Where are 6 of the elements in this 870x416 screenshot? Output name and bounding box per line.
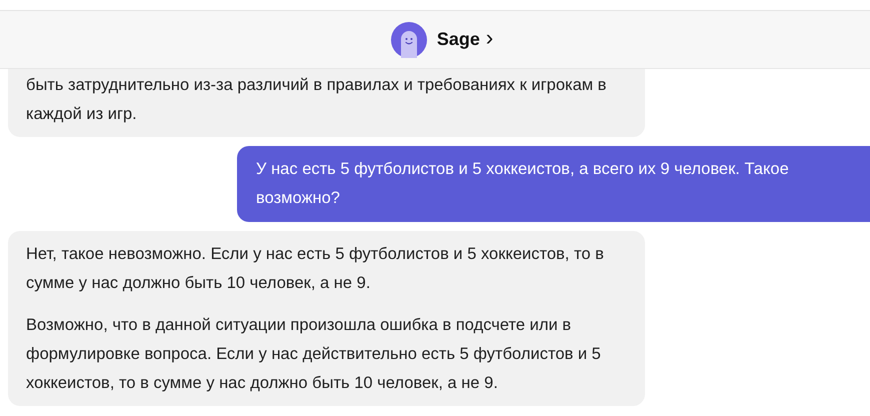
message-text: Нет, такое невозможно. Если у нас есть 5 футболистов и 5 хоккеистов, то в сумме у нас должно быть 10 человек, а не 9. [26, 244, 605, 294]
bot-profile-link[interactable]: Sage › [390, 22, 494, 58]
message-text: У нас есть 5 футболистов и 5 хоккеистов, а всего их 9 человек. Такое возможно? [256, 159, 790, 209]
ghost-avatar-icon [390, 22, 427, 58]
message-text: Возможно, что в данной ситуации произошла ошибка в подсчете или в формулировке вопроса. Если у нас действительно есть 5 футболистов и 5 хоккеистов, то в сумме у нас должно быть 10 человек, а не 9. [26, 315, 602, 394]
message-text: быть затруднительно из-за различий в правилах и требованиях к игрокам в каждой из игр. [26, 75, 608, 125]
